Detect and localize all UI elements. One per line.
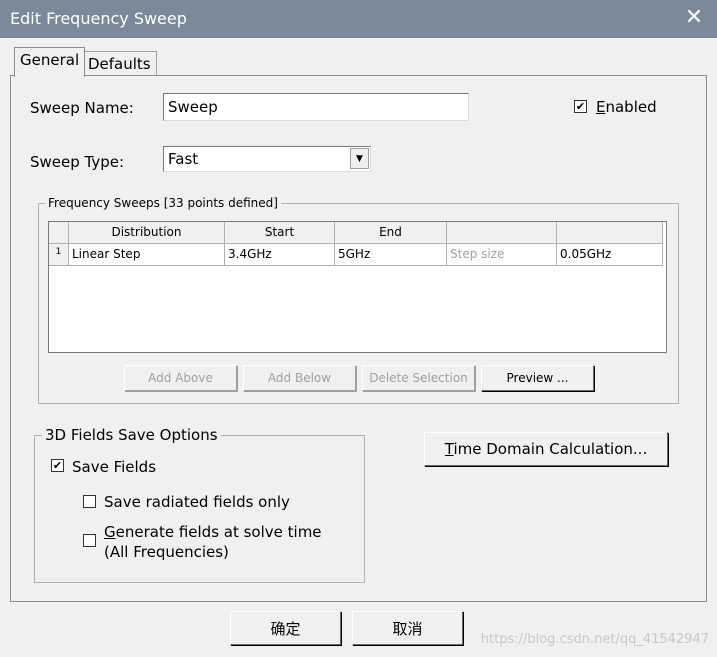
save-fields-checkbox[interactable]: ✔ — [51, 459, 64, 472]
generate-fields-label-line2: (All Frequencies) — [104, 543, 229, 561]
generate-fields-mnemonic: G — [104, 523, 116, 541]
column-header-distribution[interactable]: Distribution — [69, 222, 225, 244]
fields-save-title: 3D Fields Save Options — [42, 426, 221, 444]
table-corner — [49, 222, 69, 244]
cancel-button[interactable]: 取消 — [352, 611, 463, 645]
column-header-5[interactable] — [557, 222, 663, 244]
preview-button[interactable]: Preview ... — [481, 365, 594, 391]
enabled-checkbox[interactable]: ✔ — [574, 100, 587, 113]
generate-fields-checkbox[interactable] — [83, 534, 96, 547]
table-cell-end[interactable]: 5GHz — [335, 244, 447, 266]
sweep-type-value: Fast — [168, 150, 199, 168]
ok-button[interactable]: 确定 — [230, 611, 341, 645]
save-radiated-label: Save radiated fields only — [104, 493, 290, 511]
watermark: https://blog.csdn.net/qq_41542947 — [480, 632, 709, 647]
frequency-sweeps-title: Frequency Sweeps [33 points defined] — [45, 196, 281, 210]
enabled-label: Enabled — [596, 98, 657, 116]
dialog-content: Sweep Name: ✔ Enabled Sweep Type: Fast ▼… — [0, 0, 717, 657]
generate-fields-label: Generate fields at solve time — [104, 523, 322, 541]
column-header-end[interactable]: End — [335, 222, 447, 244]
time-domain-calculation-button[interactable]: Time Domain Calculation... — [424, 432, 668, 466]
sweep-name-label: Sweep Name: — [30, 99, 134, 117]
delete-selection-button[interactable]: Delete Selection — [362, 365, 475, 391]
enabled-label-rest: nabled — [605, 98, 657, 116]
table-cell-step-type[interactable]: Step size — [447, 244, 557, 266]
row-header[interactable]: 1 — [49, 244, 69, 266]
frequency-sweeps-table[interactable]: Distribution Start End 1 Linear Step 3.4… — [48, 221, 667, 353]
add-below-button[interactable]: Add Below — [243, 365, 356, 391]
sweep-type-label: Sweep Type: — [30, 153, 125, 171]
sweep-type-select[interactable]: Fast ▼ — [163, 146, 371, 172]
add-above-button[interactable]: Add Above — [124, 365, 237, 391]
table-cell-distribution[interactable]: Linear Step — [69, 244, 225, 266]
save-radiated-checkbox[interactable] — [83, 495, 96, 508]
column-header-4[interactable] — [447, 222, 557, 244]
generate-fields-label-rest: enerate fields at solve time — [115, 523, 322, 541]
save-fields-label: Save Fields — [72, 458, 157, 476]
column-header-start[interactable]: Start — [225, 222, 335, 244]
table-cell-start[interactable]: 3.4GHz — [225, 244, 335, 266]
sweep-name-input[interactable] — [163, 93, 469, 121]
time-domain-label-rest: ime Domain Calculation... — [453, 440, 648, 458]
chevron-down-icon[interactable]: ▼ — [350, 148, 369, 169]
table-cell-step-size[interactable]: 0.05GHz — [557, 244, 663, 266]
